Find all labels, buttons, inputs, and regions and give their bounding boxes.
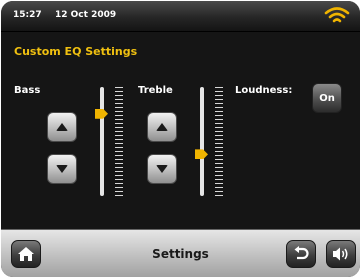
bass-slider-scale bbox=[115, 87, 123, 196]
back-icon bbox=[294, 246, 309, 260]
loudness-toggle-button[interactable]: On bbox=[312, 83, 342, 113]
treble-up-button[interactable] bbox=[147, 112, 177, 142]
bass-slider-handle[interactable] bbox=[95, 108, 108, 119]
bass-label: Bass bbox=[14, 85, 41, 96]
bottom-bar: Settings bbox=[1, 229, 360, 277]
bass-slider-track[interactable] bbox=[100, 87, 104, 196]
loudness-label: Loudness: bbox=[235, 85, 293, 96]
volume-icon bbox=[333, 247, 348, 261]
wifi-icon bbox=[324, 7, 350, 23]
bass-down-button[interactable] bbox=[47, 154, 77, 184]
back-button[interactable] bbox=[286, 240, 316, 268]
treble-slider-handle[interactable] bbox=[195, 149, 208, 160]
down-arrow-icon bbox=[156, 165, 168, 173]
bass-up-button[interactable] bbox=[47, 112, 77, 142]
volume-button[interactable] bbox=[326, 240, 356, 268]
treble-slider-track[interactable] bbox=[200, 87, 204, 196]
treble-slider-scale bbox=[215, 87, 223, 196]
up-arrow-icon bbox=[156, 123, 168, 131]
loudness-toggle-label: On bbox=[319, 92, 335, 104]
up-arrow-icon bbox=[56, 123, 68, 131]
device-screen: 15:27 12 Oct 2009 Custom EQ Settings Bas… bbox=[1, 1, 360, 277]
clock-date: 12 Oct 2009 bbox=[55, 10, 117, 20]
down-arrow-icon bbox=[56, 165, 68, 173]
treble-label: Treble bbox=[138, 85, 173, 96]
clock-time: 15:27 bbox=[13, 10, 42, 20]
page-title: Custom EQ Settings bbox=[14, 45, 138, 58]
status-bar: 15:27 12 Oct 2009 bbox=[1, 1, 360, 32]
treble-down-button[interactable] bbox=[147, 154, 177, 184]
